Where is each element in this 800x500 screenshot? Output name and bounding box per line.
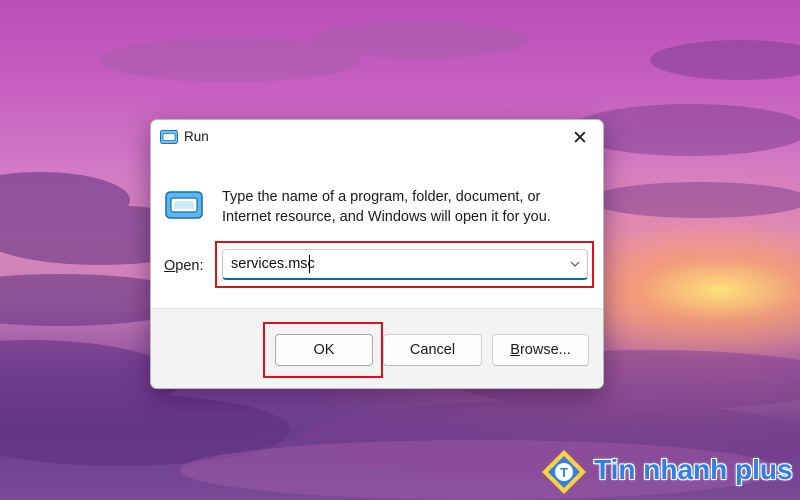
open-label: Open: xyxy=(164,258,204,274)
cancel-button[interactable]: Cancel xyxy=(383,334,482,366)
ok-button[interactable]: OK xyxy=(275,334,373,366)
dialog-description: Type the name of a program, folder, docu… xyxy=(222,189,551,225)
watermark: T Tin nhanh plus xyxy=(540,448,800,500)
run-app-icon xyxy=(160,130,178,144)
title-bar[interactable]: Run ✕ xyxy=(151,120,603,156)
close-icon: ✕ xyxy=(572,127,588,149)
browse-button[interactable]: Browse... xyxy=(492,334,589,366)
watermark-text: Tin nhanh plus xyxy=(594,454,793,485)
dialog-title: Run xyxy=(184,129,209,144)
run-dialog: Run ✕ Type the name of a program, folder… xyxy=(150,119,604,389)
chevron-down-icon[interactable] xyxy=(569,259,581,269)
open-input[interactable]: services.msc xyxy=(231,256,315,272)
open-combobox[interactable]: services.msc xyxy=(222,249,588,280)
close-button[interactable]: ✕ xyxy=(557,120,603,156)
run-app-icon xyxy=(165,191,203,219)
dialog-footer: OK Cancel Browse... xyxy=(151,308,603,388)
svg-text:T: T xyxy=(560,465,568,480)
text-caret xyxy=(309,255,310,273)
watermark-logo-icon: T xyxy=(542,450,586,494)
